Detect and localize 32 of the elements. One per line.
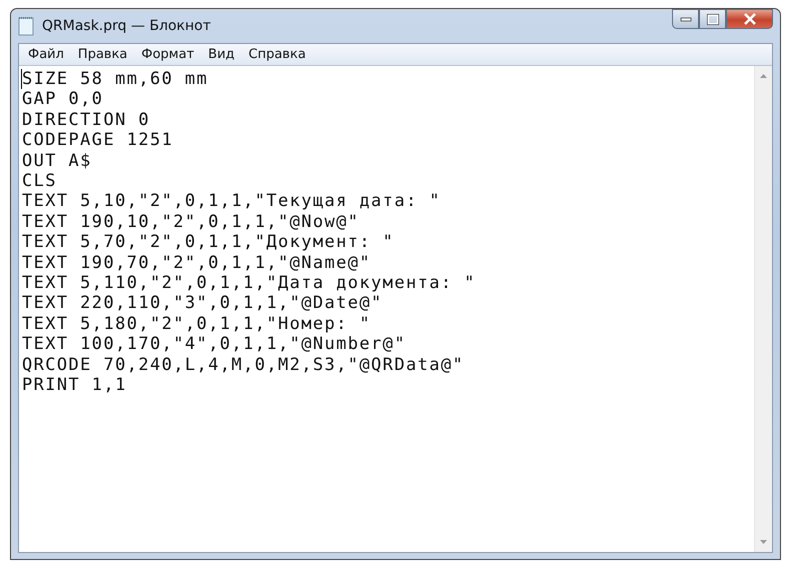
text-line: TEXT 190,10,"2",0,1,1,"@Now@" <box>21 212 360 232</box>
notepad-icon <box>18 16 34 36</box>
text-line: OUT A$ <box>21 150 92 172</box>
minimize-button[interactable] <box>672 9 699 29</box>
text-line: PRINT 1,1 <box>21 375 127 396</box>
scroll-down-icon <box>760 540 767 544</box>
text-line: SIZE 58 mm,60 mm <box>21 69 208 90</box>
menu-item[interactable]: Файл <box>23 47 69 62</box>
text-line: TEXT 5,180,"2",0,1,1,"Номер: " <box>21 314 372 334</box>
text-line: TEXT 100,170,"4",0,1,1,"@Number@" <box>21 334 406 355</box>
text-line: TEXT 190,70,"2",0,1,1,"@Name@" <box>21 252 372 274</box>
maximize-button[interactable] <box>699 9 726 29</box>
text-line: CLS <box>21 171 57 192</box>
text-line: DIRECTION 0 <box>21 110 150 130</box>
text-line: TEXT 220,110,"3",0,1,1,"@Date@" <box>21 293 383 314</box>
close-button[interactable] <box>726 9 773 29</box>
minimize-icon <box>680 16 692 22</box>
scrollbar[interactable] <box>754 66 772 552</box>
text-line: TEXT 5,110,"2",0,1,1,"Дата документа: " <box>21 273 476 294</box>
close-icon <box>742 13 756 25</box>
scroll-up-icon <box>760 74 767 78</box>
text-line: TEXT 5,70,"2",0,1,1,"Документ: " <box>21 232 394 253</box>
menu-item[interactable]: Формат <box>136 47 200 62</box>
text-line: GAP 0,0 <box>21 89 104 110</box>
window-title: QRMask.prq — Блокнот <box>42 18 211 34</box>
text-line: TEXT 5,10,"2",0,1,1,"Текущая дата: " <box>21 191 441 212</box>
menu-item[interactable]: Правка <box>72 47 132 62</box>
maximize-icon <box>706 14 718 24</box>
text-line: CODEPAGE 1251 <box>21 130 174 151</box>
text-line: QRCODE 70,240,L,4,M,0,M2,S3,"@QRData@" <box>21 354 464 376</box>
menu-item[interactable]: Вид <box>203 47 240 62</box>
menu-item[interactable]: Справка <box>244 47 311 62</box>
